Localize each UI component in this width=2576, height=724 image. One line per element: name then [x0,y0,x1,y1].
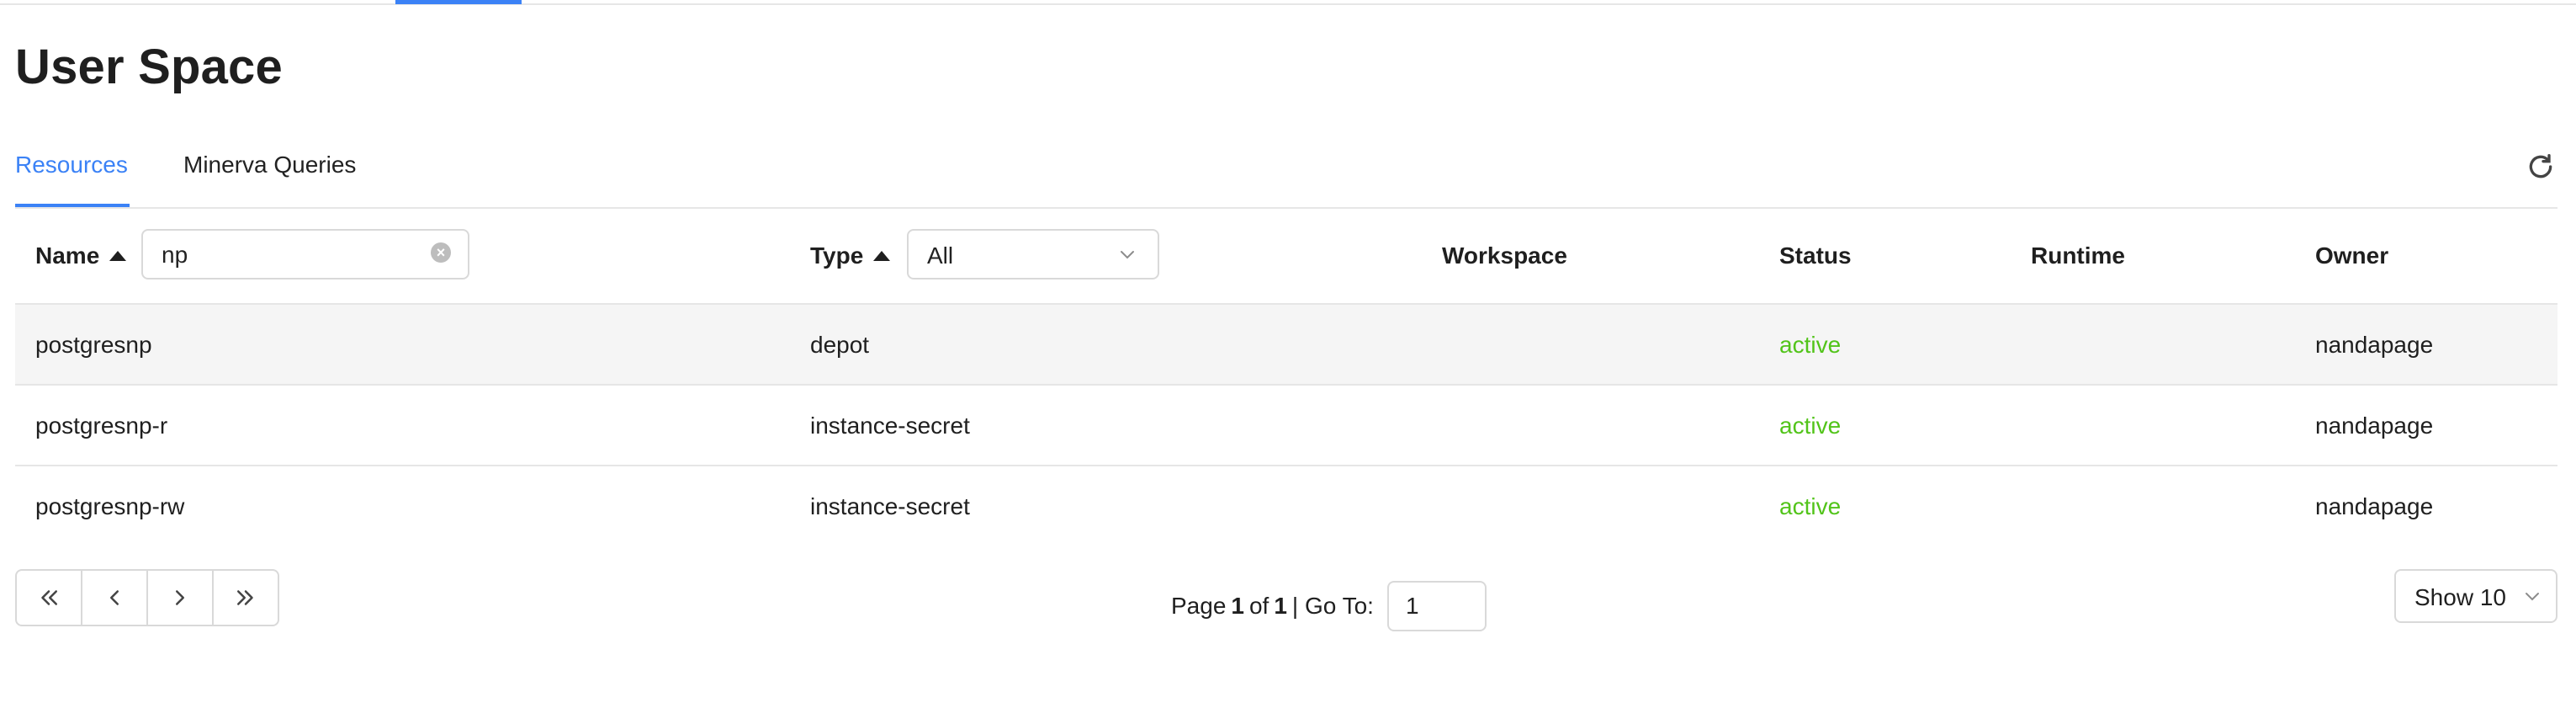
column-header-name[interactable]: Name [35,242,127,269]
cell-name: postgresnp-rw [35,493,185,519]
prev-page-icon [110,590,119,605]
table-row[interactable]: postgresnp-r instance-secret active nand… [15,386,2557,466]
chevron-down-icon [1121,251,1134,259]
type-filter-select[interactable]: All [907,229,1159,279]
resources-table: Name × Type All Workspace Status Runtime… [15,207,2557,546]
top-nav-active-indicator [395,0,522,4]
page-size-select[interactable]: Show 10 [2394,569,2557,623]
page-size-value: Show 10 [2414,584,2506,610]
name-filter-field[interactable]: × [141,229,469,279]
next-page-icon [176,590,184,605]
first-page-icon [41,590,57,605]
cell-status: active [1779,493,1842,519]
cell-status: active [1779,332,1842,358]
current-page: 1 [1231,593,1244,619]
chevron-down-icon [2526,593,2539,601]
sort-ascending-icon[interactable] [109,251,127,261]
first-page-button[interactable] [17,571,82,625]
column-header-status: Status [1779,242,1852,269]
pagination-buttons [15,569,279,626]
last-page-icon [237,590,253,605]
table-row[interactable]: postgresnp depot active nandapage [15,305,2557,386]
top-divider [0,3,2576,5]
of-label: of [1248,593,1269,619]
column-header-runtime: Runtime [2031,242,2125,269]
column-label: Type [810,242,864,269]
column-header-type[interactable]: Type [810,242,891,269]
next-page-button[interactable] [148,571,214,625]
goto-page-input[interactable] [1386,581,1487,631]
goto-label: | Go To: [1291,593,1374,619]
cell-name: postgresnp [35,332,152,358]
prev-page-button[interactable] [82,571,148,625]
cell-owner: nandapage [2315,413,2434,439]
cell-type: instance-secret [810,493,970,519]
page-indicator: Page 1 of 1 | Go To: [1171,581,1487,631]
page-label: Page [1171,593,1227,619]
clear-icon[interactable]: × [431,242,451,263]
cell-type: depot [810,332,870,358]
tab-bar: Resources Minerva Queries [15,143,2557,209]
cell-type: instance-secret [810,413,970,439]
type-filter-value: All [927,242,954,269]
total-pages: 1 [1274,593,1287,619]
last-page-button[interactable] [214,571,278,625]
table-row[interactable]: postgresnp-rw instance-secret active nan… [15,466,2557,546]
sort-ascending-icon[interactable] [873,251,891,261]
refresh-icon[interactable] [2524,150,2557,184]
column-header-workspace: Workspace [1442,242,1567,269]
cell-name: postgresnp-r [35,413,168,439]
table-header: Name × Type All Workspace Status Runtime… [15,207,2557,305]
cell-owner: nandapage [2315,332,2434,358]
column-label: Name [35,242,100,269]
tab-resources[interactable]: Resources [15,152,128,178]
column-header-owner: Owner [2315,242,2389,269]
name-filter-input[interactable] [160,241,416,269]
tab-minerva-queries[interactable]: Minerva Queries [183,152,356,178]
page-title: User Space [15,40,283,94]
cell-status: active [1779,413,1842,439]
cell-owner: nandapage [2315,493,2434,519]
